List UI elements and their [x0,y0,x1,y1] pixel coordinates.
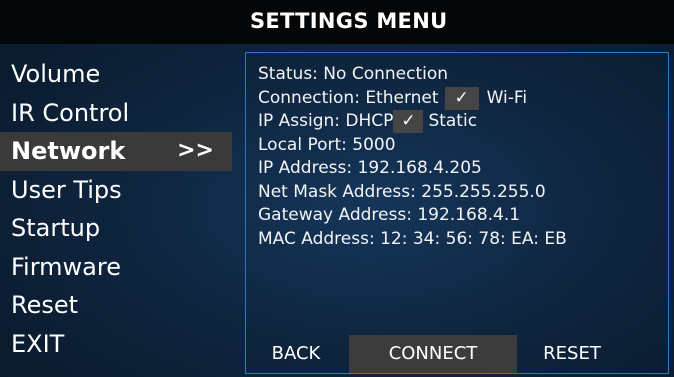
back-button[interactable]: BACK [246,335,346,373]
menu-item-label: Reset [11,291,79,319]
mac-address-line: MAC Address: 12: 34: 56: 78: EA: EB [258,228,567,249]
connection-label: Connection: Ethernet [258,87,439,108]
menu-item-label: Network [11,137,126,165]
menu-item-label: EXIT [11,329,65,358]
ip-assign-label: IP Assign: DHCP [258,111,394,131]
menu-item-label: User Tips [11,175,122,204]
active-marker: >> [177,138,214,163]
menu-item-label: Startup [11,214,101,242]
menu-item-network[interactable]: Network >> [0,132,232,171]
menu-item-label: Volume [11,60,101,88]
device-screen: SETTINGS MENU Volume IR Control Network … [0,0,674,377]
menu-item-label: IR Control [11,98,130,127]
settings-menu: Volume IR Control Network >> User Tips S… [0,55,232,363]
connection-line: Connection: Ethernet ✓ Wi-Fi [258,86,662,111]
network-settings-panel: Status: No Connection Connection: Ethern… [245,52,669,374]
static-option[interactable]: Static [428,111,477,131]
connect-button[interactable]: CONNECT [349,335,517,373]
wifi-option[interactable]: Wi-Fi [487,88,528,108]
menu-item-volume[interactable]: Volume [0,55,232,94]
ip-address-line[interactable]: IP Address: 192.168.4.205 [258,157,662,181]
menu-item-firmware[interactable]: Firmware [0,248,232,287]
page-title: SETTINGS MENU [250,9,448,33]
reset-button[interactable]: RESET [517,335,627,373]
dhcp-checkbox[interactable]: ✓ [393,110,424,133]
menu-item-ir-control[interactable]: IR Control [0,94,232,133]
net-mask-line[interactable]: Net Mask Address: 255.255.255.0 [258,181,662,205]
menu-item-exit[interactable]: EXIT [0,325,232,364]
menu-item-startup[interactable]: Startup [0,209,232,248]
ip-assign-line: IP Assign: DHCP ✓ Static [258,110,662,134]
title-bar: SETTINGS MENU [0,0,674,44]
menu-item-reset[interactable]: Reset [0,286,232,325]
menu-item-user-tips[interactable]: User Tips [0,171,232,210]
ethernet-checkbox[interactable]: ✓ [444,86,479,110]
local-port-line[interactable]: Local Port: 5000 [258,134,662,158]
gateway-line[interactable]: Gateway Address: 192.168.4.1 [258,204,662,228]
button-bar: BACK CONNECT RESET [246,335,668,373]
menu-item-label: Firmware [11,252,121,281]
status-line: Status: No Connection [258,64,449,84]
